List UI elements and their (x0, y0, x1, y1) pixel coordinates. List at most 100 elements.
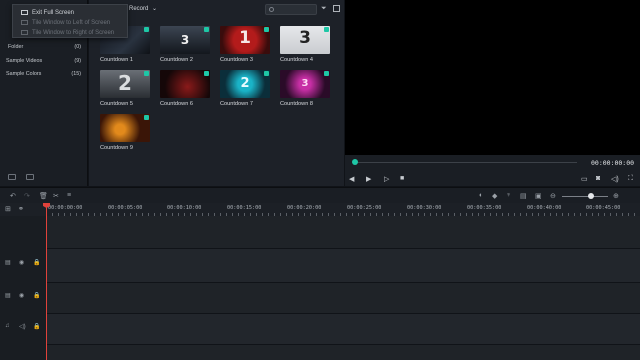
render-icon[interactable]: ◐ (479, 192, 483, 199)
ruler-label: 00:00:40:00 (527, 205, 562, 211)
sidebar-item-count: (9) (74, 57, 81, 64)
media-caption: Countdown 9 (100, 145, 133, 151)
download-icon[interactable] (264, 71, 269, 76)
download-icon[interactable] (324, 71, 329, 76)
speaker-icon[interactable]: ◁) (19, 323, 26, 330)
eye-icon[interactable]: ◉ (19, 292, 24, 299)
media-thumbnail[interactable]: 2 (100, 70, 150, 98)
preview-scrubber[interactable] (353, 162, 577, 163)
sidebar-item-count: (15) (71, 70, 81, 77)
sidebar-item-count: (0) (74, 43, 81, 50)
preview-controls: 00:00:00:00 ◀ ▶ ▷ ■ ▭ ◙ ◁) ⛶ (345, 155, 640, 186)
voiceover-icon[interactable]: ▤ (520, 192, 527, 200)
menu-item-tile-left[interactable]: Tile Window to Left of Screen (21, 18, 110, 27)
scrubber-handle[interactable] (352, 159, 358, 165)
download-icon[interactable] (144, 115, 149, 120)
snapshot-icon[interactable]: ◙ (596, 175, 600, 182)
audio-track-icon: ♫ (5, 323, 10, 329)
sidebar-item-label: Folder (8, 43, 24, 50)
preview-viewer[interactable] (345, 0, 640, 155)
menu-item-exit-full-screen[interactable]: Exit Full Screen (21, 8, 74, 17)
download-icon[interactable] (324, 27, 329, 32)
ruler-label: 00:00:45:00 (586, 205, 621, 211)
microphone-icon[interactable]: ♆ (506, 192, 511, 199)
media-thumbnail[interactable]: 3 (160, 26, 210, 54)
sidebar-item-folder[interactable]: Folder (0) (8, 42, 81, 51)
search-input[interactable] (265, 4, 317, 15)
record-dropdown[interactable]: Record (129, 6, 148, 12)
media-thumbnail[interactable]: 3 (280, 70, 330, 98)
media-caption: Countdown 2 (160, 57, 193, 63)
thumbnail-glyph: 3 (301, 78, 309, 89)
stop-icon[interactable]: ■ (400, 175, 404, 182)
media-thumbnail[interactable] (160, 70, 210, 98)
filter-icon[interactable]: ⏷ (321, 5, 327, 13)
video-track-icon: ▤ (5, 293, 11, 299)
cut-icon[interactable]: ✂ (53, 192, 59, 200)
fullscreen-icon (21, 10, 28, 15)
play-pause-icon[interactable]: ▶ (366, 175, 371, 183)
menu-item-tile-right[interactable]: Tile Window to Right of Screen (21, 28, 114, 37)
display-icon[interactable]: ▭ (581, 175, 588, 183)
sidebar-item-sample-colors[interactable]: Sample Colors (15) (6, 69, 81, 78)
add-track-icon[interactable]: ⊞ (5, 205, 11, 213)
timeline-ruler[interactable]: 00:00:00:00 00:00:05:00 00:00:10:00 00:0… (0, 203, 640, 216)
search-icon (269, 7, 274, 12)
zoom-in-icon[interactable]: ⊕ (613, 192, 619, 200)
sidebar-item-sample-videos[interactable]: Sample Videos (9) (6, 56, 81, 65)
new-folder-icon[interactable] (8, 174, 16, 180)
eye-icon[interactable]: ◉ (19, 259, 24, 266)
video-track-1[interactable] (46, 283, 640, 313)
menu-item-label: Exit Full Screen (32, 9, 75, 16)
redo-icon[interactable]: ↷ (24, 192, 30, 200)
marker-icon[interactable]: ◆ (492, 192, 497, 200)
undo-icon[interactable]: ↶ (10, 192, 16, 200)
media-thumbnail[interactable]: 3 (280, 26, 330, 54)
zoom-out-icon[interactable]: ⊖ (550, 192, 556, 200)
media-caption: Countdown 5 (100, 101, 133, 107)
lock-icon[interactable]: 🔒 (33, 259, 40, 266)
media-thumbnail[interactable]: 2 (220, 70, 270, 98)
lock-icon[interactable]: 🔒 (33, 323, 40, 330)
subtitle-icon[interactable]: ▣ (535, 192, 542, 200)
track-empty-area[interactable] (46, 345, 640, 360)
fullscreen-toggle-icon[interactable]: ⛶ (628, 175, 633, 183)
download-icon[interactable] (144, 71, 149, 76)
download-icon[interactable] (144, 27, 149, 32)
lock-icon[interactable]: 🔒 (33, 292, 40, 299)
thumbnail-glyph: 3 (180, 33, 190, 47)
ruler-label: 00:00:05:00 (108, 205, 143, 211)
previous-frame-icon[interactable]: ◀ (349, 175, 354, 183)
media-caption: Countdown 6 (160, 101, 193, 107)
window-context-menu: Exit Full Screen Tile Window to Left of … (12, 4, 128, 38)
grid-view-icon[interactable] (333, 5, 340, 12)
delete-icon[interactable]: 🗑 (39, 192, 48, 200)
next-frame-icon[interactable]: ▷ (384, 175, 389, 183)
playhead[interactable] (46, 203, 47, 360)
download-icon[interactable] (204, 27, 209, 32)
preview-timecode: 00:00:00:00 (591, 159, 635, 167)
media-caption: Countdown 8 (280, 101, 313, 107)
adjust-icon[interactable]: ≡ (67, 192, 71, 199)
zoom-slider[interactable] (562, 196, 608, 197)
media-thumbnail[interactable] (100, 114, 150, 142)
video-track-icon: ▤ (5, 260, 11, 266)
chevron-down-icon[interactable]: ⌄ (152, 5, 157, 12)
thumbnail-glyph: 2 (240, 76, 250, 91)
video-track-2[interactable] (46, 249, 640, 282)
audio-track-1[interactable] (46, 314, 640, 344)
volume-icon[interactable]: ◁) (611, 175, 619, 183)
track-empty-area[interactable] (46, 216, 640, 248)
zoom-slider-handle[interactable] (588, 193, 594, 199)
media-thumbnail[interactable]: 1 (220, 26, 270, 54)
ruler-label: 00:00:00:00 (48, 205, 83, 211)
open-folder-icon[interactable] (26, 174, 34, 180)
ruler-label: 00:00:10:00 (167, 205, 202, 211)
ruler-label: 00:00:15:00 (227, 205, 262, 211)
download-icon[interactable] (264, 27, 269, 32)
timeline-toolbar: ↶ ↷ 🗑 ✂ ≡ ◐ ◆ ♆ ▤ ▣ ⊖ ⊕ (0, 187, 640, 203)
link-icon[interactable]: ⚭ (18, 205, 24, 213)
editor-window: Folder (0) Sample Videos (9) Sample Colo… (0, 0, 640, 360)
download-icon[interactable] (204, 71, 209, 76)
track-headers (0, 216, 46, 360)
